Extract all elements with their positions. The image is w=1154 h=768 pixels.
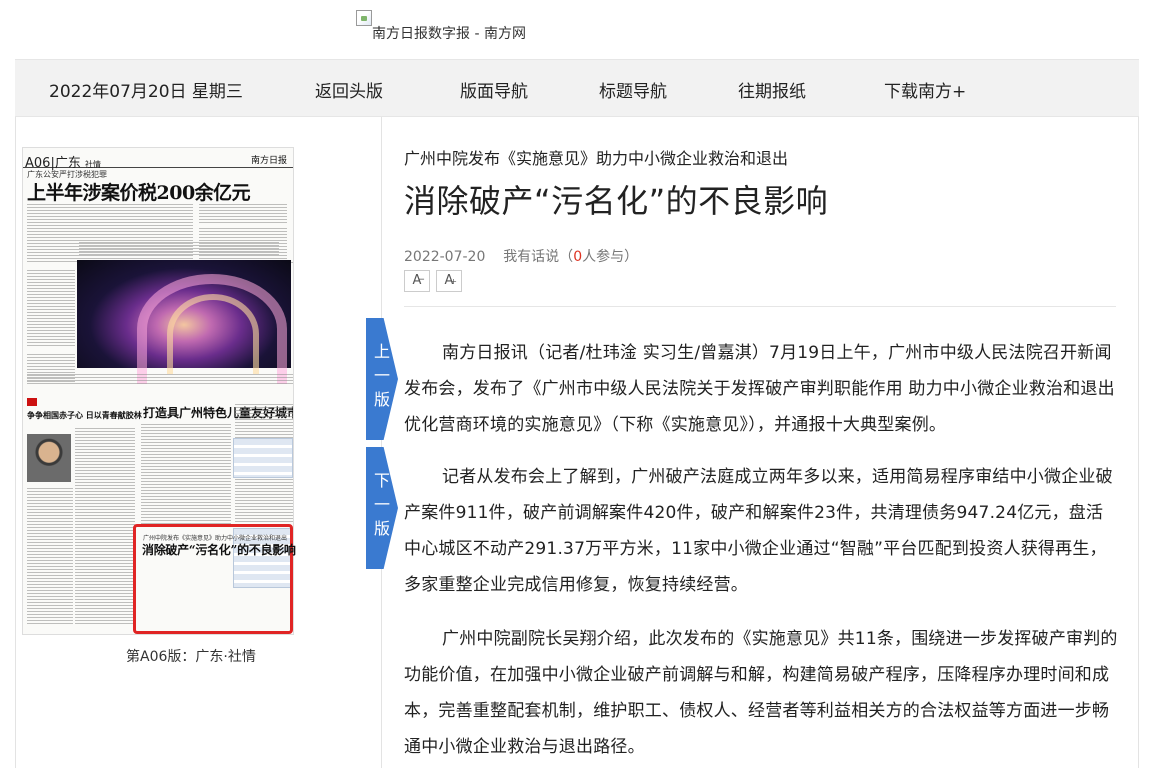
current-date: 2022年07月20日 星期三: [49, 82, 243, 102]
preview-text-block: [27, 270, 75, 348]
font-decrease-button[interactable]: A −: [404, 270, 430, 292]
broken-image-icon: [356, 10, 372, 26]
article-title: 消除破产“污名化”的不良影响: [404, 182, 829, 220]
page-preview-image[interactable]: A06|广东 社情 南方日报 广东公安严打涉税犯罪 上半年涉案价税200余亿元 …: [22, 147, 294, 635]
font-increase-button[interactable]: A +: [436, 270, 462, 292]
nav-archive[interactable]: 往期报纸: [738, 77, 806, 102]
preview-text-block: [141, 424, 231, 524]
article-paragraph: 广州中院副院长吴翔介绍，此次发布的《实施意见》共11条，围绕进一步发挥破产审判的…: [404, 629, 1118, 757]
site-logo[interactable]: 南方日报数字报 - 南方网: [356, 10, 526, 44]
next-char-2: 一: [373, 495, 390, 514]
logo-alt-text: 南方日报数字报 - 南方网: [372, 26, 526, 42]
preview-story3-headline: 争争相国赤子心 日以青春献胶林: [27, 410, 142, 420]
preview-tunnel-photo: [77, 260, 291, 384]
article-date: 2022-07-20: [404, 249, 486, 265]
highlight-title[interactable]: 消除破产“污名化”的不良影响: [142, 541, 296, 558]
column-divider: [381, 117, 382, 768]
article-meta: 2022-07-20 我有话说（0人参与）: [404, 246, 638, 266]
preview-table: [233, 438, 293, 478]
article-paragraph: 南方日报讯（记者/杜玮淦 实习生/曾嘉淇）7月19日上午，广州市中级人民法院召开…: [404, 343, 1115, 435]
preview-text-block: [27, 374, 293, 384]
preview-text-block: [75, 428, 135, 624]
preview-portrait-photo: [27, 434, 71, 482]
comment-link[interactable]: 我有话说（0人参与）: [503, 249, 638, 265]
nav-back-home[interactable]: 返回头版: [315, 77, 383, 102]
article-paragraph: 记者从发布会上了解到，广州破产法庭成立两年多以来，适用简易程序审结中小微企业破产…: [404, 467, 1113, 595]
preview-flag-icon: [27, 398, 37, 406]
preview-masthead: 南方日报: [250, 156, 287, 166]
nav-page-navigation[interactable]: 版面导航: [460, 77, 528, 102]
article-subtitle: 广州中院发布《实施意见》助力中小微企业救治和退出: [404, 149, 789, 168]
preview-main-headline: 上半年涉案价税200余亿元: [27, 182, 251, 204]
preview-header: A06|广东 社情 南方日报: [23, 150, 293, 171]
plus-icon: +: [450, 277, 457, 286]
minus-icon: −: [417, 275, 425, 285]
nav-download-app[interactable]: 下载南方+: [884, 77, 966, 102]
comment-count: 0: [573, 249, 583, 265]
preview-text-block: [79, 242, 279, 256]
meta-divider: [404, 306, 1116, 307]
nav-title-navigation[interactable]: 标题导航: [599, 77, 667, 102]
preview-text-block: [27, 488, 73, 624]
prev-char-2: 一: [373, 366, 390, 385]
top-nav-bar: 2022年07月20日 星期三 返回头版 版面导航 标题导航 往期报纸 下载南方…: [15, 59, 1139, 117]
page-caption: 第A06版：广东·社情: [126, 649, 256, 665]
preview-text-block: [199, 204, 287, 224]
font-size-controls: A − A +: [404, 270, 462, 292]
